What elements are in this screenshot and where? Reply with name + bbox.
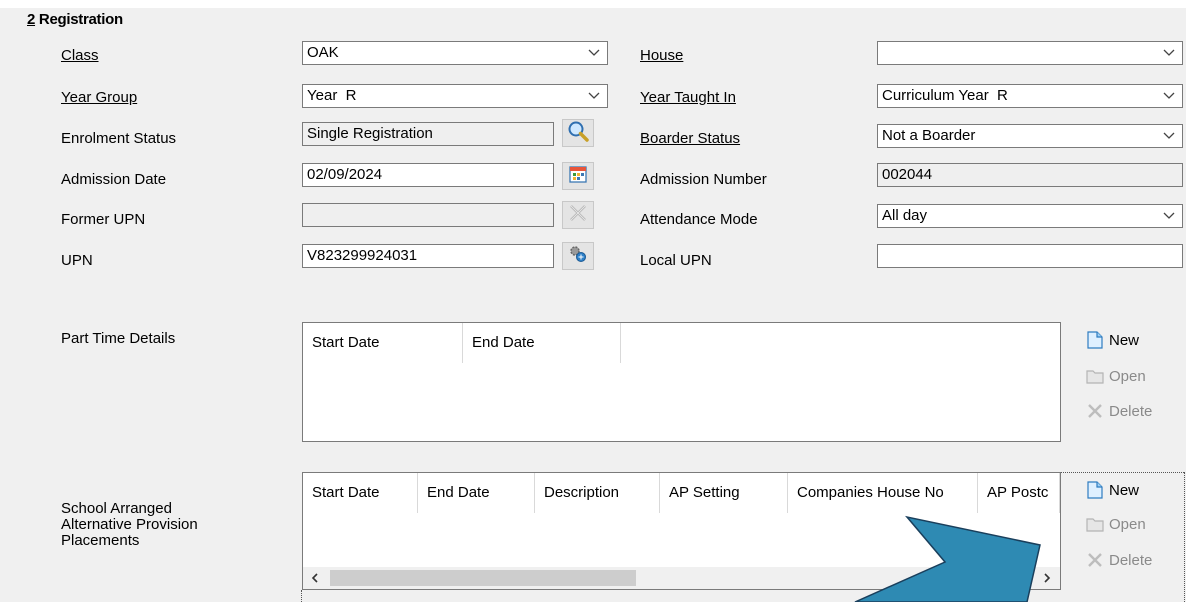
- annotation-arrow: [854, 515, 1041, 602]
- arrow-shape: [854, 515, 1041, 602]
